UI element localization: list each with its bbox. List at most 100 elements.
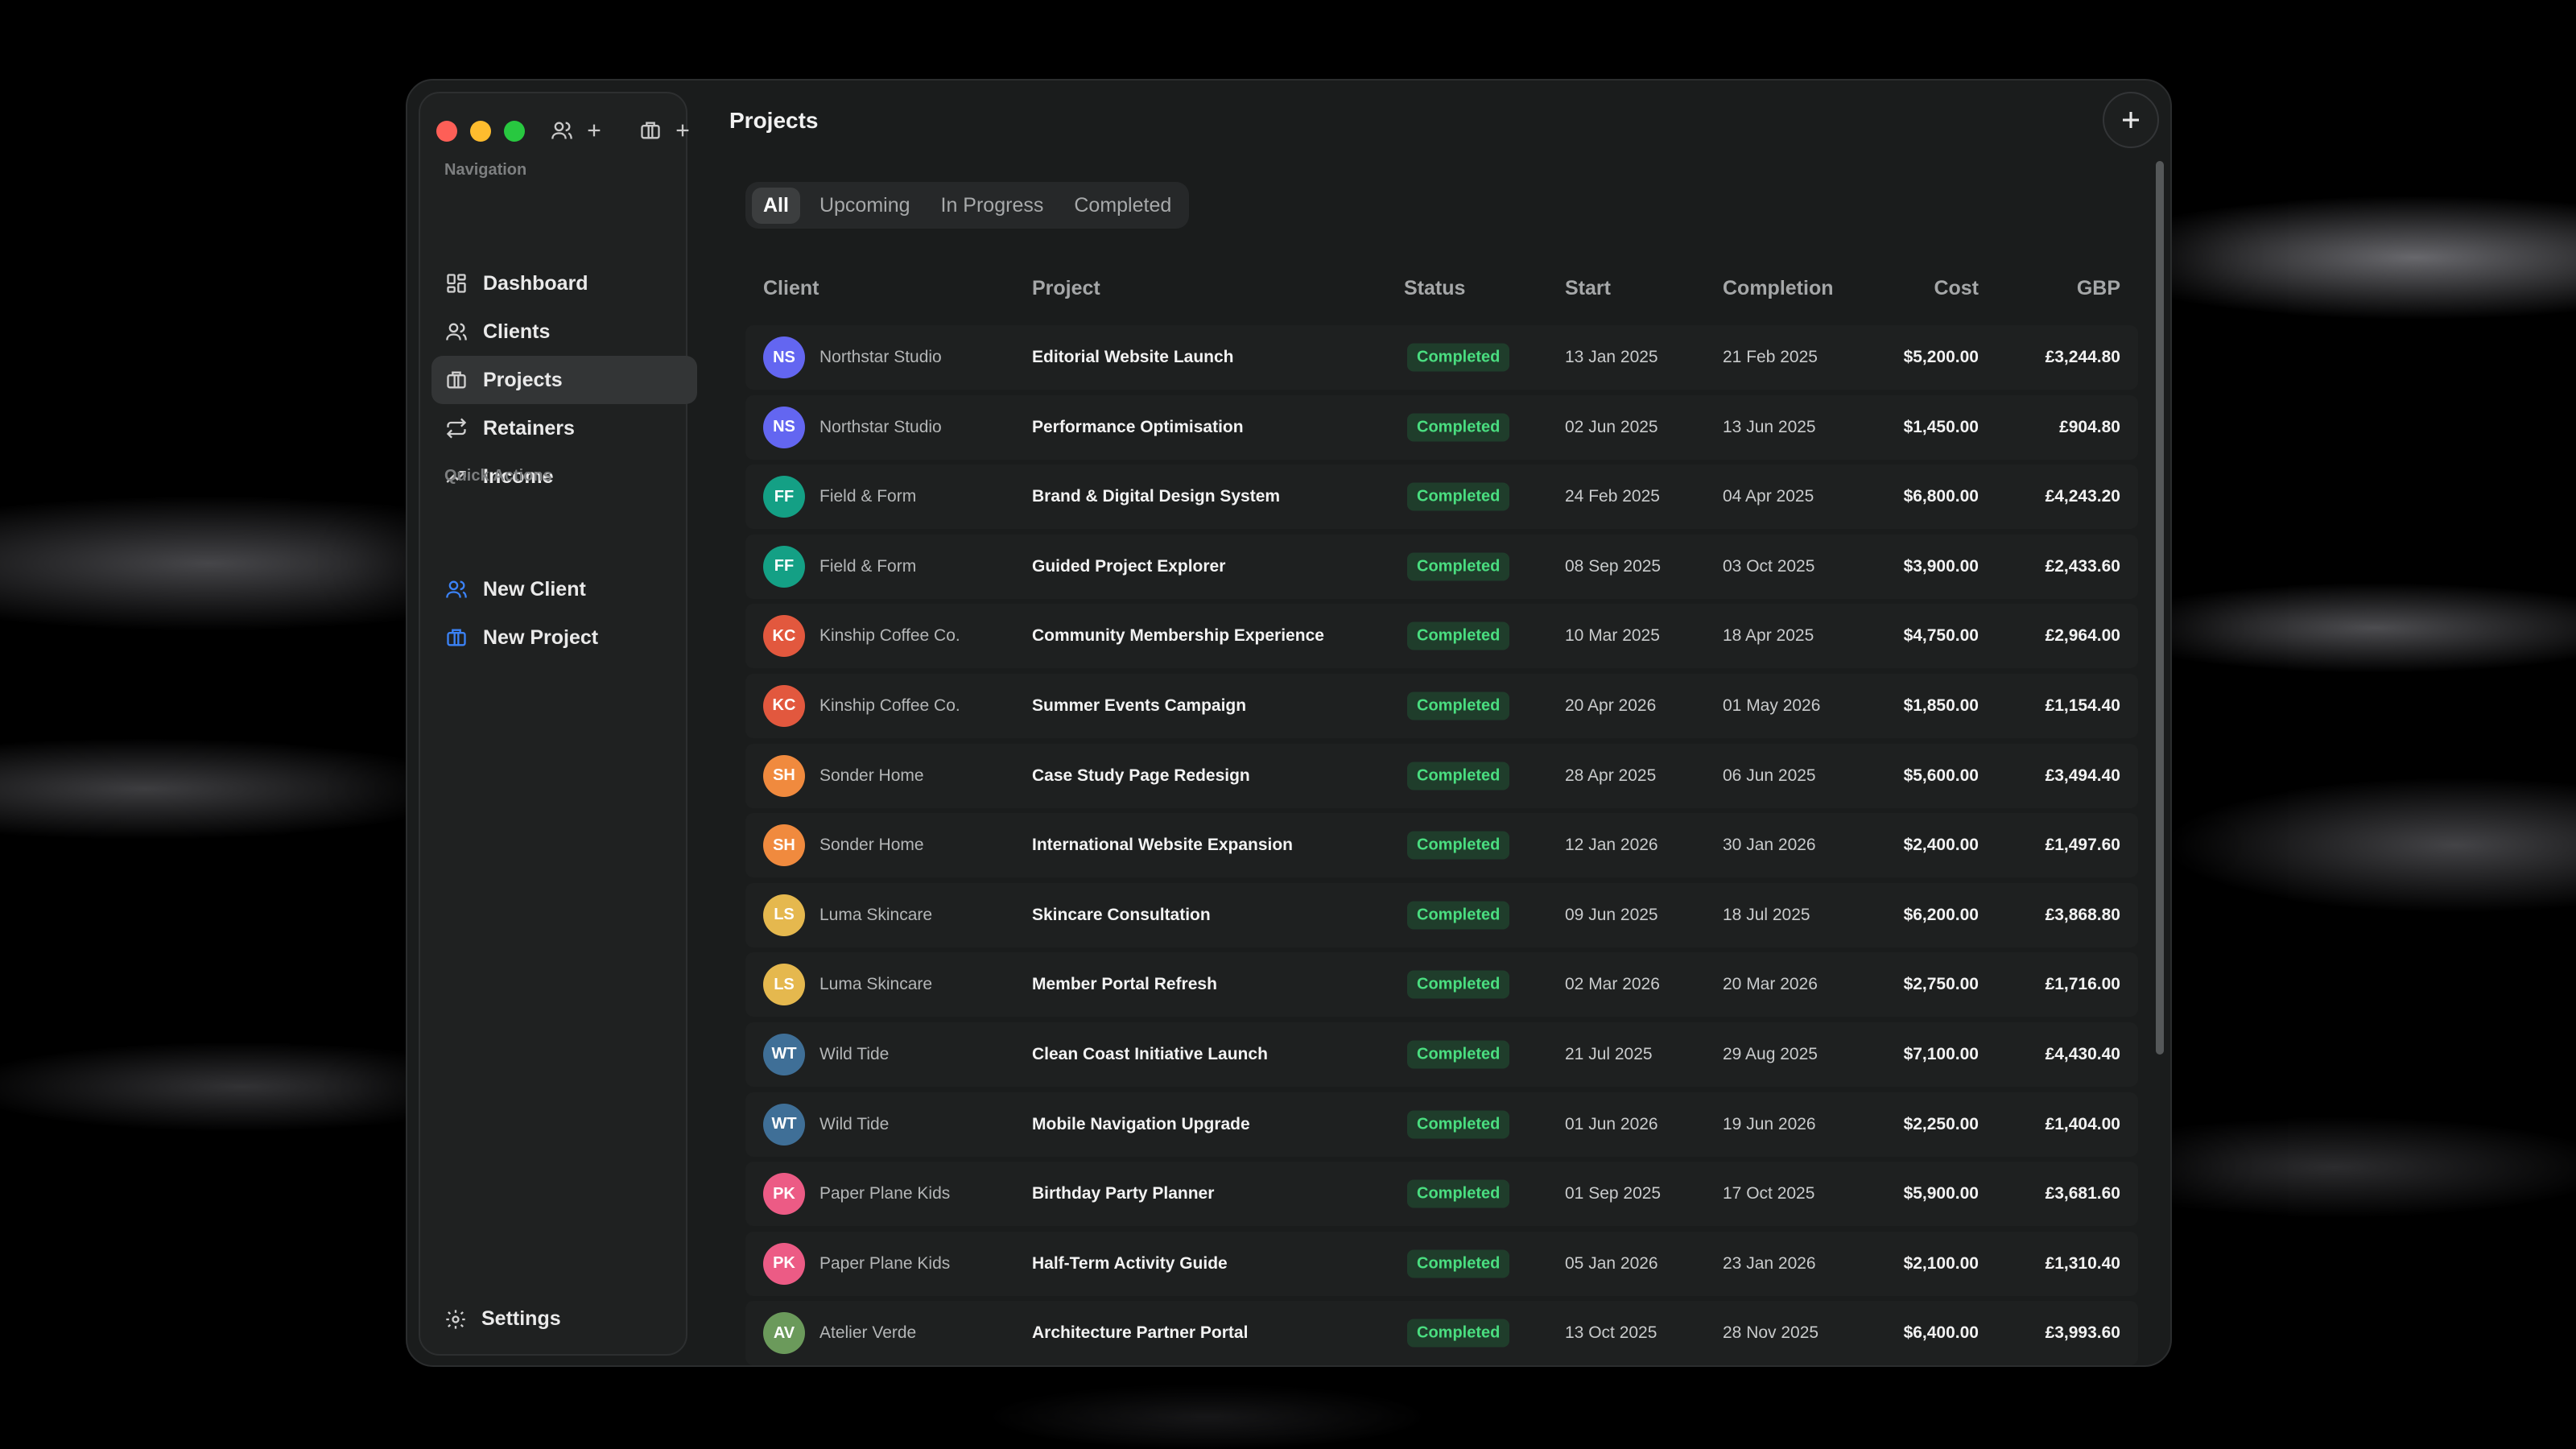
tab-upcoming[interactable]: Upcoming bbox=[808, 188, 922, 224]
users-icon bbox=[444, 577, 469, 601]
table-row[interactable]: FF Field & Form Brand & Digital Design Sys… bbox=[745, 464, 2138, 530]
table-row[interactable]: LS Luma Skincare Member Portal Refresh Comp… bbox=[745, 952, 2138, 1018]
add-project-button[interactable] bbox=[2103, 92, 2159, 148]
cost-value: $6,800.00 bbox=[1903, 487, 1979, 506]
add-project-plus-icon[interactable] bbox=[668, 116, 697, 145]
status-badge: Completed bbox=[1407, 482, 1510, 511]
briefcase-icon[interactable] bbox=[636, 116, 665, 145]
gbp-value: £4,430.40 bbox=[2045, 1044, 2120, 1063]
client-name: Paper Plane Kids bbox=[819, 1253, 951, 1273]
status-badge: Completed bbox=[1407, 1319, 1510, 1348]
start-date: 13 Jan 2025 bbox=[1565, 348, 1658, 366]
client-avatar: FF bbox=[763, 545, 805, 588]
column-header-status[interactable]: Status bbox=[1404, 277, 1465, 300]
column-header-gbp[interactable]: GBP bbox=[2077, 277, 2120, 300]
start-date: 21 Jul 2025 bbox=[1565, 1044, 1653, 1063]
cost-value: $2,400.00 bbox=[1903, 836, 1979, 855]
users-icon[interactable] bbox=[547, 116, 576, 145]
cost-value: $3,900.00 bbox=[1903, 556, 1979, 576]
column-header-start[interactable]: Start bbox=[1565, 277, 1611, 300]
start-date: 01 Jun 2026 bbox=[1565, 1114, 1658, 1133]
table-row[interactable]: KC Kinship Coffee Co. Community Membership… bbox=[745, 604, 2138, 669]
sidebar-item-retainers[interactable]: Retainers bbox=[431, 404, 697, 452]
client-avatar: PK bbox=[763, 1242, 805, 1285]
project-name: Clean Coast Initiative Launch bbox=[1032, 1044, 1268, 1063]
completion-date: 03 Oct 2025 bbox=[1723, 556, 1815, 576]
status-badge: Completed bbox=[1407, 1249, 1510, 1278]
quick-action-new-project[interactable]: New Project bbox=[431, 613, 697, 662]
cost-value: $5,200.00 bbox=[1903, 348, 1979, 366]
column-header-project[interactable]: Project bbox=[1032, 277, 1100, 300]
table-row[interactable]: KC Kinship Coffee Co. Summer Events Campai… bbox=[745, 673, 2138, 738]
project-name: Summer Events Campaign bbox=[1032, 696, 1247, 715]
start-date: 02 Mar 2026 bbox=[1565, 975, 1660, 994]
table-row[interactable]: PK Paper Plane Kids Half-Term Activity Gui… bbox=[745, 1231, 2138, 1296]
zoom-window-button[interactable] bbox=[504, 121, 525, 142]
table-row[interactable]: NS Northstar Studio Performance Optimisati… bbox=[745, 394, 2138, 460]
cost-value: $2,250.00 bbox=[1903, 1114, 1979, 1133]
gbp-value: £2,433.60 bbox=[2045, 556, 2120, 576]
project-name: Skincare Consultation bbox=[1032, 905, 1211, 924]
column-header-completion[interactable]: Completion bbox=[1723, 277, 1834, 300]
table-row[interactable]: LS Luma Skincare Skincare Consultation Comp… bbox=[745, 882, 2138, 947]
table-row[interactable]: WT Wild Tide Mobile Navigation Upgrade Comp… bbox=[745, 1092, 2138, 1157]
client-name: Paper Plane Kids bbox=[819, 1184, 951, 1203]
sidebar: Navigation Dashboard Clients Projects Re… bbox=[419, 92, 697, 1356]
tab-in-progress[interactable]: In Progress bbox=[930, 188, 1055, 224]
sidebar-item-clients[interactable]: Clients bbox=[431, 308, 697, 356]
completion-date: 23 Jan 2026 bbox=[1723, 1253, 1816, 1273]
status-badge: Completed bbox=[1407, 762, 1510, 791]
column-header-client[interactable]: Client bbox=[763, 277, 819, 300]
client-avatar: SH bbox=[763, 754, 805, 797]
completion-date: 01 May 2026 bbox=[1723, 696, 1821, 715]
client-name: Atelier Verde bbox=[819, 1323, 917, 1343]
table-row[interactable]: NS Northstar Studio Editorial Website Laun… bbox=[745, 325, 2138, 390]
sidebar-item-projects[interactable]: Projects bbox=[431, 356, 697, 404]
window-controls bbox=[436, 121, 525, 142]
client-name: Wild Tide bbox=[819, 1114, 890, 1133]
status-badge: Completed bbox=[1407, 621, 1510, 650]
completion-date: 18 Apr 2025 bbox=[1723, 626, 1814, 646]
client-avatar: AV bbox=[763, 1312, 805, 1355]
gbp-value: £3,993.60 bbox=[2045, 1323, 2120, 1343]
cost-value: $5,600.00 bbox=[1903, 766, 1979, 785]
project-name: Brand & Digital Design System bbox=[1032, 487, 1281, 506]
table-row[interactable]: WT Wild Tide Clean Coast Initiative Launch… bbox=[745, 1022, 2138, 1087]
cost-value: $2,750.00 bbox=[1903, 975, 1979, 994]
start-date: 20 Apr 2026 bbox=[1565, 696, 1657, 715]
client-name: Luma Skincare bbox=[819, 905, 933, 924]
table-row[interactable]: AV Atelier Verde Architecture Partner Port… bbox=[745, 1301, 2138, 1365]
project-name: Member Portal Refresh bbox=[1032, 975, 1217, 994]
tab-all[interactable]: All bbox=[752, 187, 800, 224]
settings-label: Settings bbox=[481, 1307, 561, 1330]
project-name: Half-Term Activity Guide bbox=[1032, 1253, 1228, 1273]
client-avatar: LS bbox=[763, 964, 805, 1006]
client-name: Field & Form bbox=[819, 487, 917, 506]
gbp-value: £1,404.00 bbox=[2045, 1114, 2120, 1133]
quick-action-new-client[interactable]: New Client bbox=[431, 565, 697, 613]
column-header-cost[interactable]: Cost bbox=[1934, 277, 1979, 300]
table-row[interactable]: SH Sonder Home Case Study Page Redesign Com… bbox=[745, 743, 2138, 808]
settings-button[interactable]: Settings bbox=[444, 1307, 561, 1331]
quick-action-label: New Client bbox=[483, 577, 586, 601]
tab-completed[interactable]: Completed bbox=[1063, 188, 1183, 224]
project-name: Performance Optimisation bbox=[1032, 417, 1244, 436]
table-row[interactable]: FF Field & Form Guided Project Explorer Com… bbox=[745, 534, 2138, 599]
cost-value: $2,100.00 bbox=[1903, 1253, 1979, 1273]
sidebar-item-dashboard[interactable]: Dashboard bbox=[431, 259, 697, 308]
project-name: Case Study Page Redesign bbox=[1032, 766, 1250, 785]
cost-value: $6,200.00 bbox=[1903, 905, 1979, 924]
close-window-button[interactable] bbox=[436, 121, 457, 142]
completion-date: 04 Apr 2025 bbox=[1723, 487, 1814, 506]
table-row[interactable]: SH Sonder Home International Website Expan… bbox=[745, 813, 2138, 878]
start-date: 28 Apr 2025 bbox=[1565, 766, 1657, 785]
quick-action-label: New Project bbox=[483, 625, 599, 649]
repeat-arrows-icon bbox=[444, 416, 469, 440]
minimize-window-button[interactable] bbox=[470, 121, 491, 142]
project-name: Birthday Party Planner bbox=[1032, 1184, 1215, 1203]
add-client-plus-icon[interactable] bbox=[580, 116, 609, 145]
gbp-value: £1,497.60 bbox=[2045, 836, 2120, 855]
table-row[interactable]: PK Paper Plane Kids Birthday Party Planner… bbox=[745, 1162, 2138, 1227]
vertical-scrollbar[interactable] bbox=[2156, 161, 2164, 1055]
table-header: Client Project Status Start Completion C… bbox=[745, 266, 2138, 314]
